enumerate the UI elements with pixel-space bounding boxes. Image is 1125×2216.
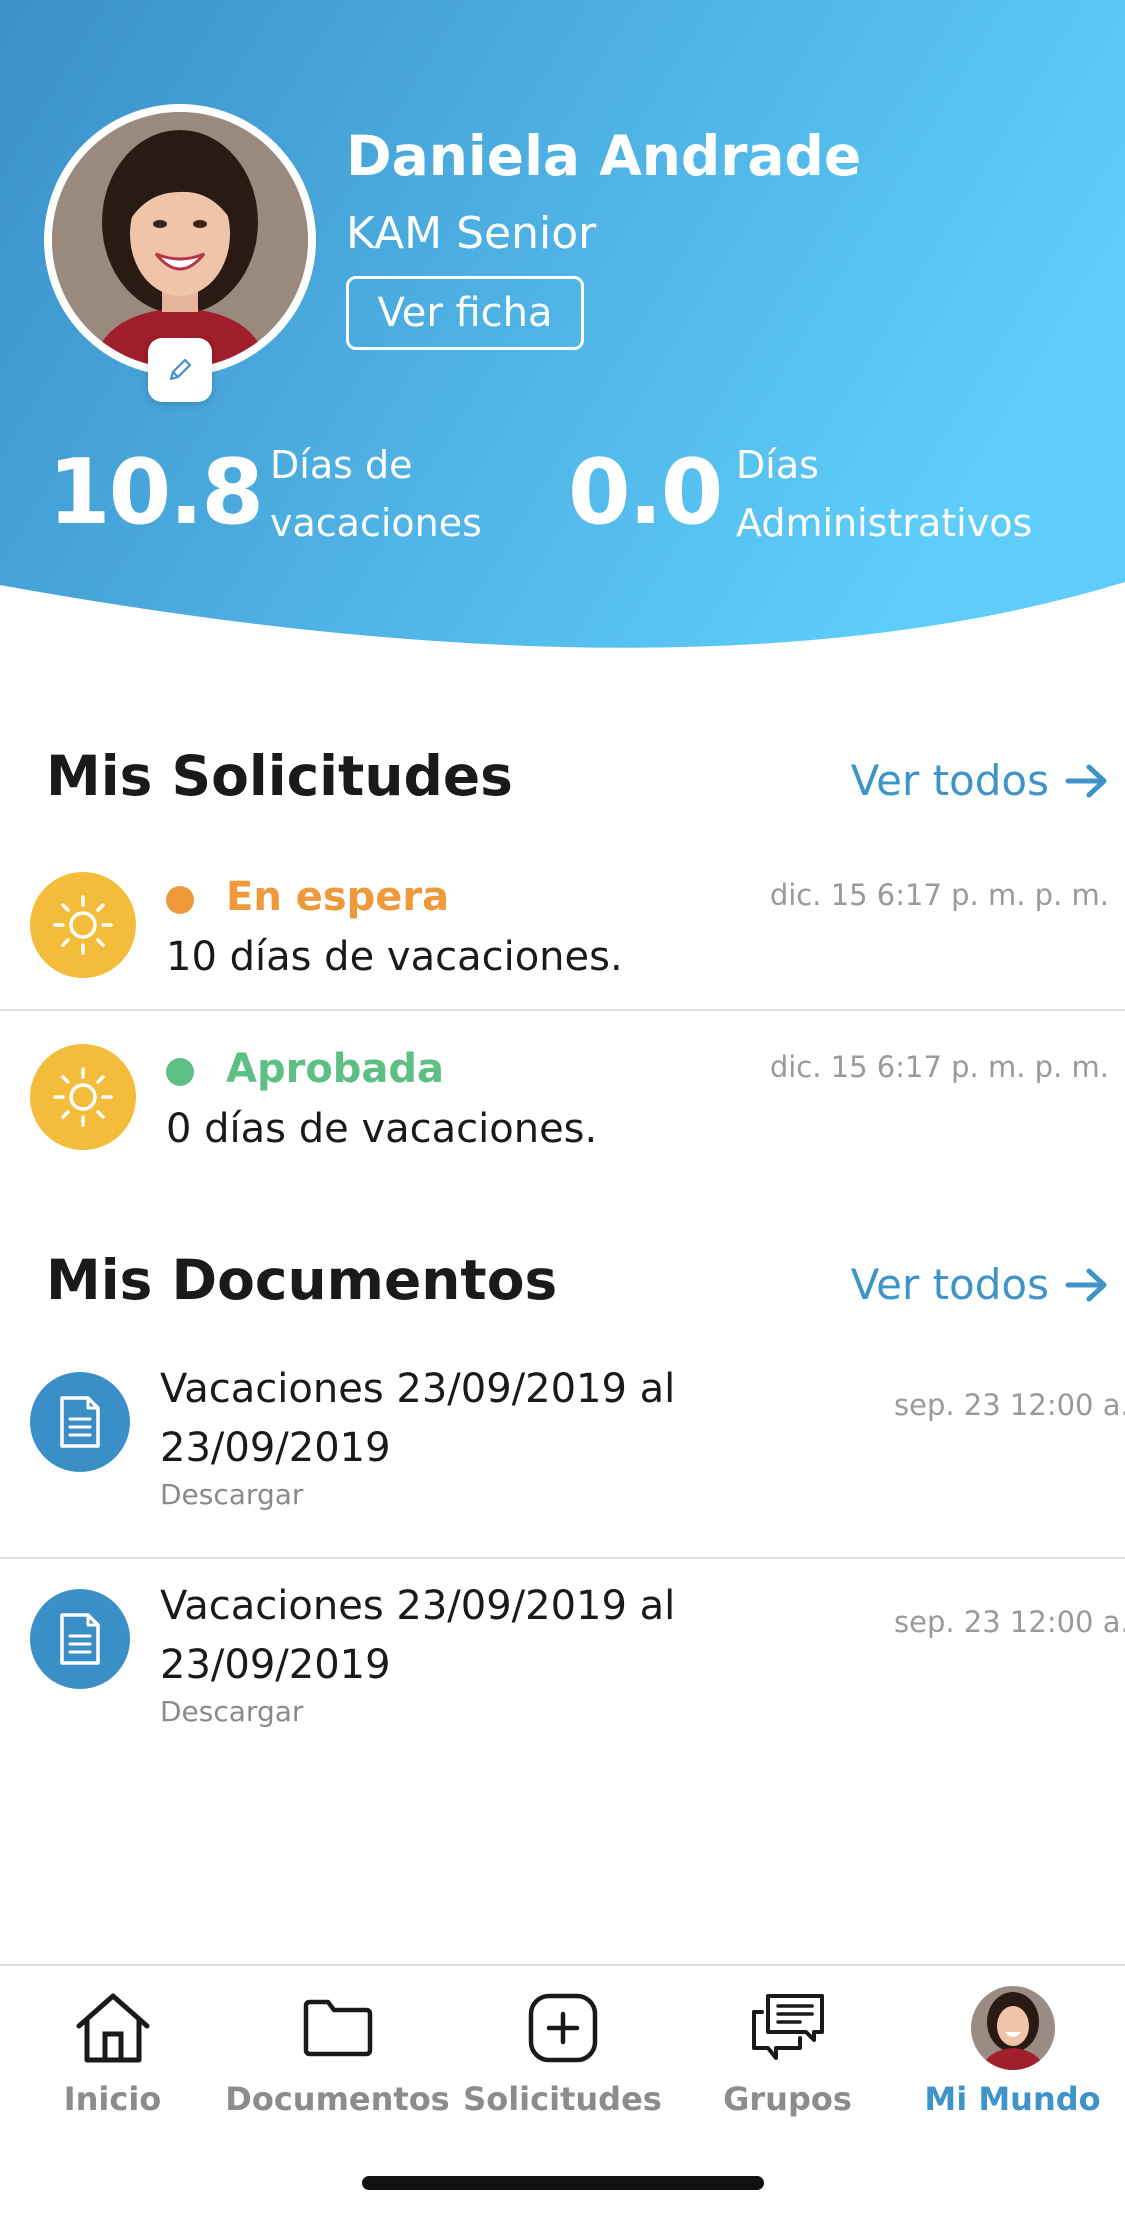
- request-item[interactable]: En espera 10 días de vacaciones. dic. 15…: [0, 846, 1125, 1016]
- admin-days-label-line1: Días: [736, 443, 819, 487]
- request-description: 10 días de vacaciones.: [166, 934, 623, 980]
- tab-grupos[interactable]: Grupos: [675, 1986, 900, 2126]
- arrow-right-icon: [1065, 1268, 1107, 1301]
- request-description: 0 días de vacaciones.: [166, 1106, 598, 1152]
- profile-avatar[interactable]: [44, 104, 316, 376]
- home-icon: [73, 1986, 153, 2070]
- folder-icon: [302, 1986, 374, 2070]
- plus-square-icon: [527, 1986, 599, 2070]
- document-download-link[interactable]: Descargar: [160, 1695, 303, 1728]
- tab-label: Mi Mundo: [924, 2080, 1101, 2118]
- tab-documentos[interactable]: Documentos: [225, 1986, 450, 2126]
- document-date: sep. 23 12:00 a. m.: [894, 1605, 1125, 1639]
- tab-label: Grupos: [723, 2080, 852, 2118]
- document-download-link[interactable]: Descargar: [160, 1478, 303, 1511]
- document-title: Vacaciones 23/09/2019 al 23/09/2019: [160, 1366, 676, 1471]
- vacation-days-label: Días de vacaciones: [270, 436, 482, 552]
- tab-mi-mundo[interactable]: Mi Mundo: [900, 1986, 1125, 2126]
- status-dot: [166, 1058, 194, 1086]
- profile-photo: [52, 112, 308, 368]
- tab-label: Inicio: [63, 2080, 162, 2118]
- request-status: Aprobada: [226, 1046, 445, 1092]
- request-date: dic. 15 6:17 p. m. p. m.: [769, 878, 1109, 912]
- admin-days-value: 0.0: [568, 440, 723, 545]
- documents-section-title: Mis Documentos: [46, 1248, 558, 1312]
- divider: [0, 1009, 1125, 1011]
- user-name: Daniela Andrade: [346, 124, 862, 188]
- chat-bubbles-icon: [748, 1986, 828, 2070]
- admin-days-label-line2: Administrativos: [736, 501, 1033, 545]
- tab-inicio[interactable]: Inicio: [0, 1986, 225, 2126]
- request-status: En espera: [226, 874, 450, 920]
- arrow-right-icon: [1065, 764, 1107, 797]
- document-title: Vacaciones 23/09/2019 al 23/09/2019: [160, 1583, 676, 1688]
- document-icon: [30, 1372, 130, 1472]
- documents-see-all-label: Ver todos: [850, 1260, 1049, 1309]
- sun-icon: [30, 1044, 136, 1150]
- request-date: dic. 15 6:17 p. m. p. m.: [769, 1050, 1109, 1084]
- requests-see-all-link[interactable]: Ver todos: [851, 756, 1109, 805]
- profile-header: Daniela Andrade KAM Senior Ver ficha 10.…: [0, 0, 1125, 700]
- ver-ficha-button[interactable]: Ver ficha: [346, 276, 584, 350]
- status-dot: [166, 886, 194, 914]
- vacation-days-label-line1: Días de: [270, 443, 413, 487]
- request-item[interactable]: Aprobada 0 días de vacaciones. dic. 15 6…: [0, 1018, 1125, 1188]
- home-indicator[interactable]: [362, 2176, 764, 2190]
- requests-see-all-label: Ver todos: [850, 756, 1049, 805]
- avatar: [970, 1986, 1055, 2070]
- tab-label: Solicitudes: [463, 2080, 662, 2118]
- tab-label: Documentos: [225, 2080, 450, 2118]
- document-item[interactable]: Vacaciones 23/09/2019 al 23/09/2019 Desc…: [0, 1336, 1125, 1536]
- document-icon: [30, 1589, 130, 1689]
- pencil-icon: [169, 358, 192, 381]
- sun-icon: [30, 872, 136, 978]
- requests-section-title: Mis Solicitudes: [46, 744, 513, 808]
- vacation-days-label-line2: vacaciones: [270, 501, 482, 545]
- vacation-days-value: 10.8: [48, 440, 264, 545]
- mi-mundo-screen: Daniela Andrade KAM Senior Ver ficha 10.…: [0, 0, 1125, 2216]
- tab-solicitudes[interactable]: Solicitudes: [450, 1986, 675, 2126]
- document-item[interactable]: Vacaciones 23/09/2019 al 23/09/2019 Desc…: [0, 1553, 1125, 1753]
- admin-days-label: Días Administrativos: [736, 436, 1032, 552]
- document-date: sep. 23 12:00 a. m.: [894, 1388, 1125, 1422]
- edit-photo-button[interactable]: [148, 338, 212, 402]
- user-role: KAM Senior: [346, 208, 597, 259]
- documents-see-all-link[interactable]: Ver todos: [851, 1260, 1109, 1309]
